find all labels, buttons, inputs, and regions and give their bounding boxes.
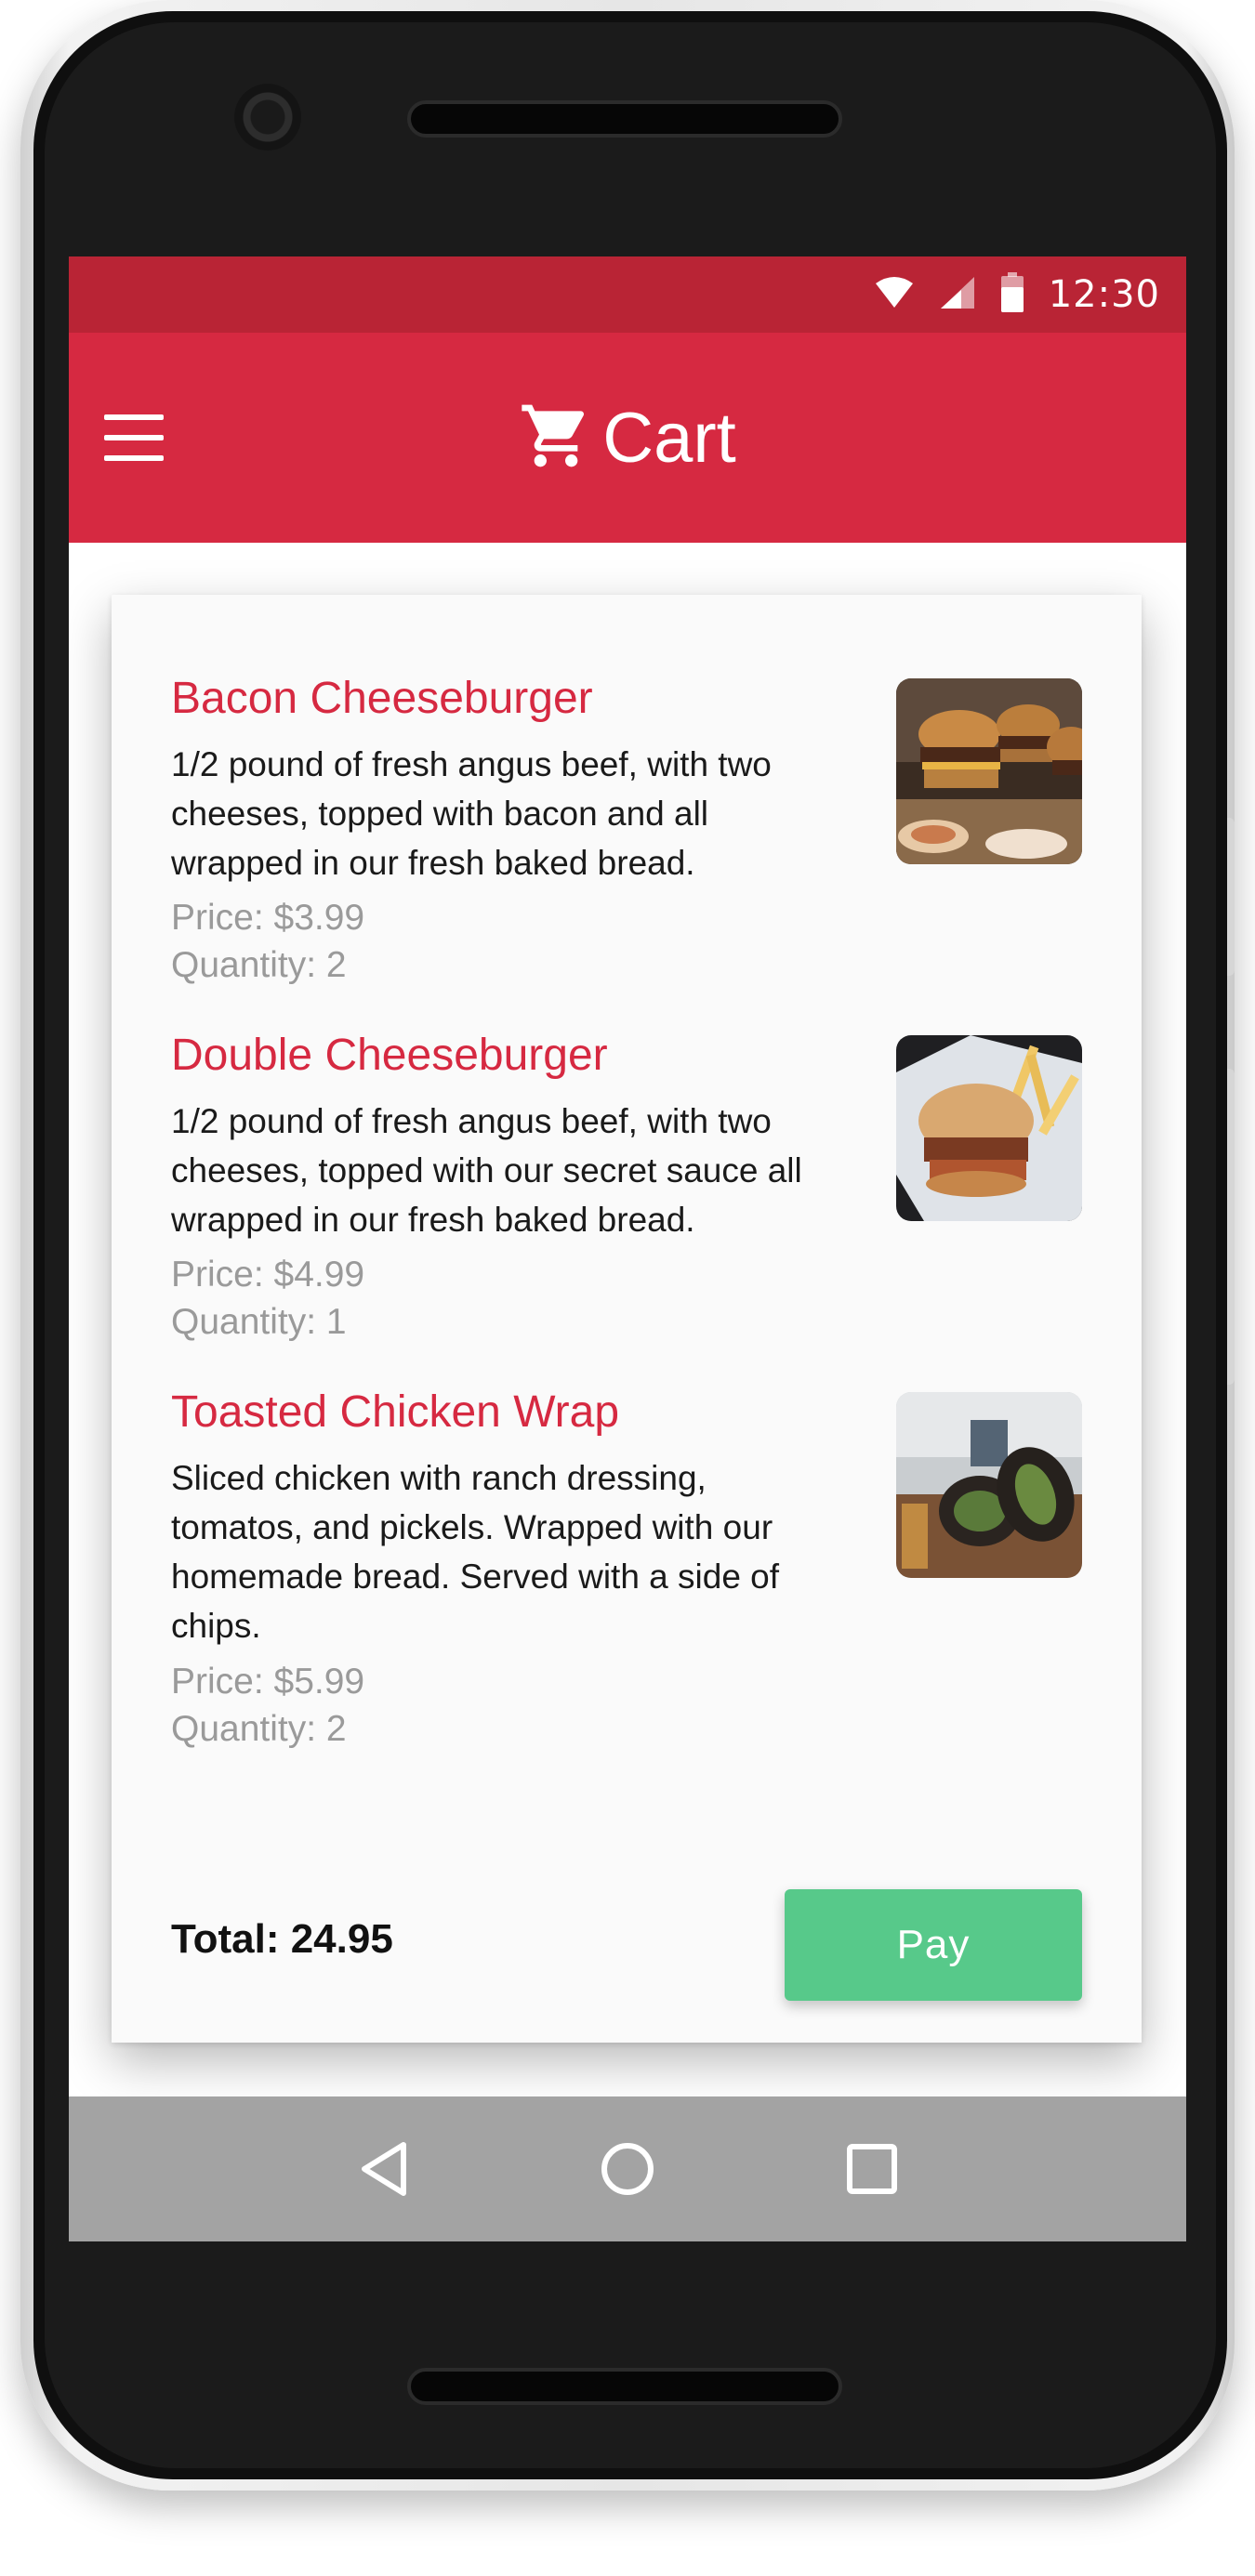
pay-button[interactable]: Pay <box>785 1889 1082 2001</box>
item-price: Price: $3.99 <box>171 898 365 938</box>
item-description: Sliced chicken with ranch dressing, toma… <box>171 1459 780 1645</box>
bottom-speaker <box>407 2368 842 2405</box>
item-photo-toasted-chicken-wrap <box>896 1392 1082 1578</box>
item-price: Price: $5.99 <box>171 1662 365 1702</box>
navigation-bar <box>69 2096 1186 2241</box>
item-name: Bacon Cheeseburger <box>171 674 593 723</box>
item-photo-bacon-cheeseburger <box>896 678 1082 864</box>
cart-item[interactable]: Bacon Cheeseburger 1/2 pound of fresh an… <box>171 673 1082 998</box>
signal-icon <box>939 275 976 314</box>
earpiece-speaker <box>407 100 842 138</box>
front-camera <box>234 84 301 151</box>
order-total: Total: 24.95 <box>171 1916 393 1962</box>
page-title: Cart <box>602 398 736 478</box>
item-description: 1/2 pound of fresh angus beef, with two … <box>171 1102 802 1239</box>
battery-icon <box>1000 272 1024 317</box>
cart-item[interactable]: Toasted Chicken Wrap Sliced chicken with… <box>171 1387 1082 1768</box>
home-icon[interactable] <box>590 2132 665 2206</box>
recents-icon[interactable] <box>835 2132 909 2206</box>
item-quantity: Quantity: 1 <box>171 1302 347 1342</box>
item-name: Toasted Chicken Wrap <box>171 1387 620 1437</box>
item-quantity: Quantity: 2 <box>171 1709 347 1749</box>
item-description: 1/2 pound of fresh angus beef, with two … <box>171 745 772 882</box>
item-quantity: Quantity: 2 <box>171 945 347 985</box>
back-icon[interactable] <box>348 2132 422 2206</box>
app-bar: Cart <box>69 333 1186 543</box>
wifi-icon <box>874 276 915 313</box>
cart-content: Bacon Cheeseburger 1/2 pound of fresh an… <box>69 543 1186 2096</box>
cart-card: Bacon Cheeseburger 1/2 pound of fresh an… <box>112 595 1142 2043</box>
shopping-cart-icon <box>519 399 593 477</box>
phone-screen: 12:30 Cart Bacon Cheeseburger 1/2 pound … <box>69 256 1186 2241</box>
item-price: Price: $4.99 <box>171 1255 365 1295</box>
status-bar: 12:30 <box>69 256 1186 333</box>
cart-item[interactable]: Double Cheeseburger 1/2 pound of fresh a… <box>171 1030 1082 1355</box>
item-photo-double-cheeseburger <box>896 1035 1082 1221</box>
status-time: 12:30 <box>1048 273 1160 316</box>
item-name: Double Cheeseburger <box>171 1031 608 1080</box>
